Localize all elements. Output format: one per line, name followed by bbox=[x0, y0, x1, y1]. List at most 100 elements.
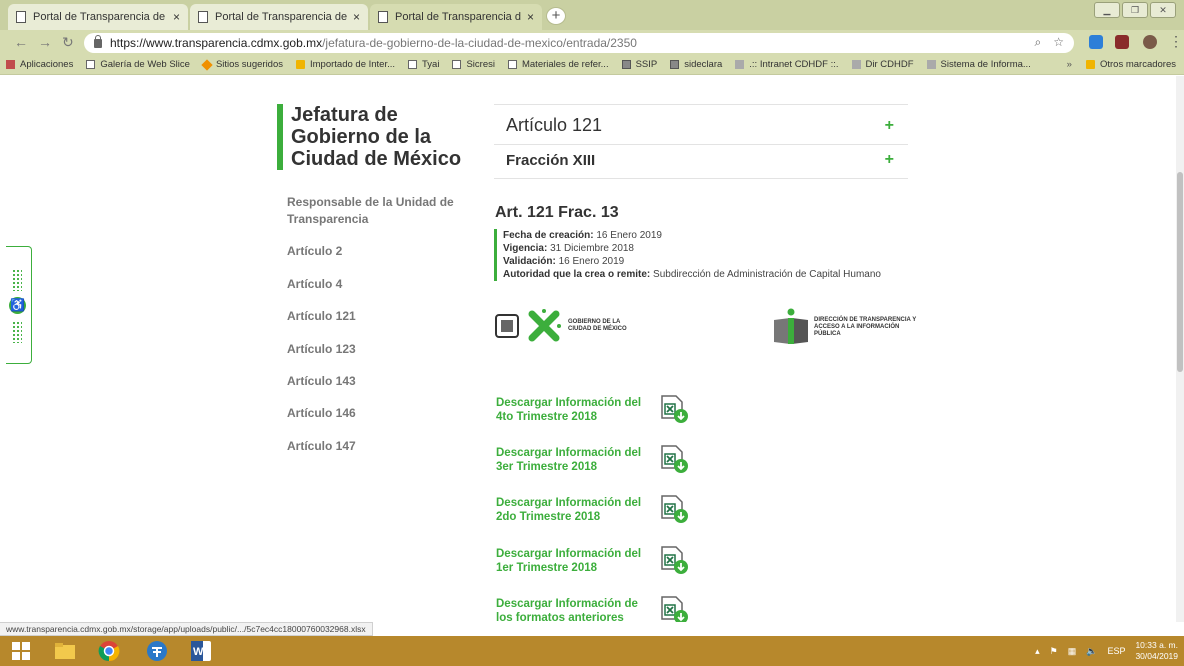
bookmark-item[interactable]: Galería de Web Slice bbox=[86, 59, 190, 70]
img-icon bbox=[621, 60, 631, 69]
bookmark-label: Sistema de Informa... bbox=[940, 59, 1031, 70]
download-label[interactable]: Descargar Información del 1er Trimestre … bbox=[496, 547, 654, 575]
browser-tab-active[interactable]: Portal de Transparencia de la CD × bbox=[370, 4, 542, 30]
bookmark-item[interactable]: SSIP bbox=[621, 59, 657, 70]
sidebar-item-articulo-146[interactable]: Artículo 146 bbox=[287, 406, 356, 420]
plus-icon[interactable]: + bbox=[885, 117, 894, 135]
tab-strip: Portal de Transparencia de la CD × Porta… bbox=[0, 0, 1184, 30]
excel-download-icon[interactable] bbox=[658, 444, 690, 474]
other-bookmarks-label: Otros marcadores bbox=[1099, 59, 1176, 70]
sidebar-item-responsable[interactable]: Responsable de la Unidad de Transparenci… bbox=[287, 194, 467, 228]
sidebar-item-articulo-4[interactable]: Artículo 4 bbox=[287, 277, 342, 291]
more-bookmarks-icon[interactable]: » bbox=[1067, 59, 1072, 70]
profile-avatar[interactable] bbox=[1143, 35, 1157, 49]
meta-label: Fecha de creación: bbox=[503, 230, 594, 241]
browser-tab[interactable]: Portal de Transparencia de la CD × bbox=[8, 4, 188, 30]
tab-title: Portal de Transparencia de la CD bbox=[33, 11, 167, 23]
bookmark-item[interactable]: Dir CDHDF bbox=[851, 59, 914, 70]
bookmark-label: Sitios sugeridos bbox=[215, 59, 283, 70]
language-indicator[interactable]: ESP bbox=[1107, 646, 1125, 656]
volume-icon[interactable]: 🔈 bbox=[1086, 646, 1097, 657]
bookmark-item[interactable]: Sistema de Informa... bbox=[926, 59, 1031, 70]
grey-icon bbox=[735, 60, 745, 69]
network-icon[interactable]: ▦ bbox=[1068, 646, 1077, 657]
app-taskbar-button[interactable] bbox=[140, 638, 174, 664]
excel-download-icon[interactable] bbox=[658, 494, 690, 524]
page-icon bbox=[86, 60, 96, 69]
sidebar-item-articulo-147[interactable]: Artículo 147 bbox=[287, 439, 356, 453]
meta-value: 16 Enero 2019 bbox=[596, 230, 662, 241]
bookmark-item[interactable]: Materiales de refer... bbox=[507, 59, 609, 70]
minimize-icon[interactable]: ▁ bbox=[1094, 2, 1120, 18]
zoom-icon[interactable]: ⌕ bbox=[1035, 35, 1042, 50]
sidebar-item-articulo-2[interactable]: Artículo 2 bbox=[287, 244, 342, 258]
chrome-icon bbox=[98, 641, 120, 662]
logo-gobierno-text: GOBIERNO DE LA CIUDAD DE MÉXICO bbox=[568, 319, 627, 332]
address-bar[interactable]: https://www.transparencia.cdmx.gob.mx/je… bbox=[84, 33, 1074, 53]
meta-value: Subdirección de Administración de Capita… bbox=[653, 269, 881, 280]
sidebar-item-articulo-121[interactable]: Artículo 121 bbox=[287, 309, 356, 323]
bookmark-item[interactable]: Sicresi bbox=[452, 59, 495, 70]
chrome-taskbar-button[interactable] bbox=[92, 638, 126, 664]
scrollbar[interactable] bbox=[1176, 76, 1184, 622]
reload-icon[interactable]: ↻ bbox=[62, 34, 74, 51]
bookmark-item[interactable]: Tyai bbox=[408, 59, 439, 70]
bookmark-item[interactable]: Importado de Inter... bbox=[296, 59, 395, 70]
accordion-label: Fracción XIII bbox=[506, 152, 596, 169]
accordion-fraccion[interactable]: Fracción XIII + bbox=[494, 145, 908, 179]
file-explorer-button[interactable] bbox=[48, 638, 82, 664]
meta-label: Validación: bbox=[503, 256, 556, 267]
bookmark-star-icon[interactable]: ☆ bbox=[1053, 35, 1064, 50]
close-tab-icon[interactable]: × bbox=[173, 10, 180, 24]
start-button[interactable] bbox=[4, 638, 38, 664]
dropbox-icon[interactable] bbox=[1089, 35, 1103, 49]
scrollbar-thumb[interactable] bbox=[1177, 172, 1183, 372]
word-taskbar-button[interactable]: W bbox=[184, 638, 218, 664]
page-icon bbox=[408, 60, 418, 69]
meta-label: Autoridad que la crea o remite: bbox=[503, 269, 651, 280]
accessibility-icon[interactable]: ♿ bbox=[9, 297, 26, 314]
menu-icon[interactable]: ⋮ bbox=[1169, 33, 1183, 50]
bookmark-label: Galería de Web Slice bbox=[100, 59, 190, 70]
download-label[interactable]: Descargar Información del 2do Trimestre … bbox=[496, 496, 654, 524]
excel-download-icon[interactable] bbox=[658, 595, 690, 622]
accessibility-widget[interactable]: ♿ bbox=[6, 246, 32, 364]
page-icon bbox=[507, 60, 517, 69]
tray-expand-icon[interactable]: ▴ bbox=[1035, 646, 1040, 657]
download-label[interactable]: Descargar Información de los formatos an… bbox=[496, 597, 654, 622]
download-label[interactable]: Descargar Información del 3er Trimestre … bbox=[496, 446, 654, 474]
excel-download-icon[interactable] bbox=[658, 545, 690, 575]
other-bookmarks[interactable]: » Otros marcadores bbox=[1067, 59, 1176, 70]
cdmx-logo-icon bbox=[528, 309, 561, 342]
clock[interactable]: 10:33 a. m. 30/04/2019 bbox=[1135, 640, 1178, 662]
page-icon bbox=[378, 11, 388, 23]
dots-icon bbox=[12, 321, 22, 343]
bookmark-item[interactable]: Aplicaciones bbox=[6, 59, 73, 70]
close-tab-icon[interactable]: × bbox=[353, 10, 360, 24]
accordion-articulo[interactable]: Artículo 121 + bbox=[494, 104, 908, 145]
browser-tab[interactable]: Portal de Transparencia de la CD × bbox=[190, 4, 368, 30]
plus-icon[interactable]: + bbox=[885, 151, 894, 169]
bookmark-item[interactable]: Sitios sugeridos bbox=[201, 58, 283, 71]
clock-date: 30/04/2019 bbox=[1135, 651, 1178, 661]
folder-icon bbox=[1085, 60, 1095, 69]
url-path: /jefatura-de-gobierno-de-la-ciudad-de-me… bbox=[322, 36, 637, 50]
forward-icon[interactable]: → bbox=[38, 34, 52, 50]
close-window-icon[interactable]: ✕ bbox=[1150, 2, 1176, 18]
sidebar-item-articulo-143[interactable]: Artículo 143 bbox=[287, 374, 356, 388]
download-label[interactable]: Descargar Información del 4to Trimestre … bbox=[496, 396, 654, 424]
pdf-extension-icon[interactable] bbox=[1115, 35, 1129, 49]
close-tab-icon[interactable]: × bbox=[527, 10, 534, 24]
page-icon bbox=[16, 11, 26, 23]
bookmark-item[interactable]: sideclara bbox=[670, 59, 722, 70]
bookmark-item[interactable]: .:: Intranet CDHDF ::. bbox=[735, 59, 839, 70]
meta-value: 16 Enero 2019 bbox=[558, 256, 625, 267]
restore-icon[interactable]: ❐ bbox=[1122, 2, 1148, 18]
back-icon[interactable]: ← bbox=[14, 34, 28, 50]
bookmark-label: Materiales de refer... bbox=[521, 59, 609, 70]
flag-icon[interactable]: ⚑ bbox=[1050, 646, 1058, 657]
system-tray: ▴ ⚑ ▦ 🔈 ESP 10:33 a. m. 30/04/2019 bbox=[1035, 636, 1178, 666]
sidebar-item-articulo-123[interactable]: Artículo 123 bbox=[287, 342, 356, 356]
excel-download-icon[interactable] bbox=[658, 394, 690, 424]
new-tab-button[interactable]: + bbox=[546, 7, 566, 25]
